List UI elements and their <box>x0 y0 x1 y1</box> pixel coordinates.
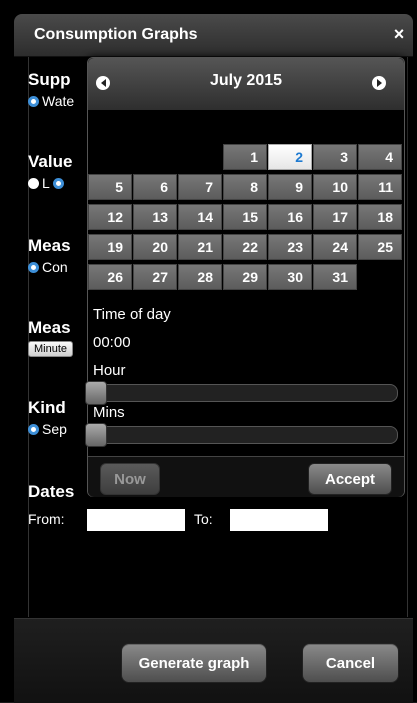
mins-slider[interactable] <box>85 423 398 447</box>
calendar-day[interactable]: 9 <box>268 174 312 200</box>
calendar-day[interactable]: 22 <box>223 234 267 260</box>
calendar-day[interactable]: 6 <box>133 174 177 200</box>
next-month-icon[interactable] <box>372 76 386 90</box>
calendar-day[interactable]: 12 <box>88 204 132 230</box>
now-button[interactable]: Now <box>100 463 160 495</box>
cancel-button[interactable]: Cancel <box>302 643 399 683</box>
water-radio-label: Wate <box>42 93 75 109</box>
measure-section: Meas Con <box>28 236 71 275</box>
calendar-day[interactable]: 1 <box>223 144 267 170</box>
measure-interval-title: Meas <box>28 318 71 337</box>
hour-slider[interactable] <box>85 381 398 405</box>
mins-label: Mins <box>93 404 125 421</box>
dialog-titlebar: Consumption Graphs × <box>14 14 413 57</box>
separate-radio[interactable] <box>28 423 39 435</box>
calendar-day[interactable]: 29 <box>223 264 267 290</box>
calendar-day[interactable]: 8 <box>223 174 267 200</box>
calendar-day[interactable]: 3 <box>313 144 357 170</box>
calendar-day[interactable]: 26 <box>88 264 132 290</box>
calendar-day[interactable]: 24 <box>313 234 357 260</box>
time-value: 00:00 <box>93 334 131 351</box>
calendar-day[interactable]: 28 <box>178 264 222 290</box>
datepicker-popup: July 2015 1 2 3 4 5 6 7 8 9 10 11 12 13 14 15 16 17 18 19 2… <box>85 57 405 497</box>
calendar-day[interactable]: 5 <box>88 174 132 200</box>
consumption-graphs-dialog: Consumption Graphs × Supp Wate Value L M… <box>0 0 417 703</box>
calendar-day[interactable]: 27 <box>133 264 177 290</box>
value-section: Value L <box>28 152 72 191</box>
calendar-day[interactable]: 31 <box>313 264 357 290</box>
calendar-day[interactable]: 11 <box>358 174 402 200</box>
measure-interval-section: Meas Minute <box>28 318 74 357</box>
from-label: From: <box>28 511 65 527</box>
month-label: July 2015 <box>209 72 283 89</box>
mins-slider-handle[interactable] <box>85 423 107 447</box>
consumption-radio[interactable] <box>28 261 39 273</box>
consumption-radio-label: Con <box>42 259 68 275</box>
dates-section: Dates <box>28 482 74 502</box>
calendar-day[interactable]: 19 <box>88 234 132 260</box>
calendar-day[interactable]: 13 <box>133 204 177 230</box>
hour-label: Hour <box>93 362 126 379</box>
calendar-day[interactable]: 25 <box>358 234 402 260</box>
kind-section: Kind Sep <box>28 398 67 437</box>
separate-radio-label: Sep <box>42 421 67 437</box>
generate-graph-button[interactable]: Generate graph <box>121 643 267 683</box>
calendar-day[interactable]: 17 <box>313 204 357 230</box>
calendar-day[interactable]: 21 <box>178 234 222 260</box>
time-of-day-label: Time of day <box>93 306 171 323</box>
calendar-day[interactable]: 30 <box>268 264 312 290</box>
calendar-day[interactable]: 15 <box>223 204 267 230</box>
calendar-day[interactable]: 20 <box>133 234 177 260</box>
kind-title: Kind <box>28 398 66 417</box>
calendar-day[interactable]: 10 <box>313 174 357 200</box>
accept-button[interactable]: Accept <box>308 463 392 495</box>
from-date-input[interactable] <box>87 509 185 531</box>
datepicker-footer: Now Accept <box>88 456 404 497</box>
calendar-day[interactable]: 14 <box>178 204 222 230</box>
calendar-day[interactable]: 16 <box>268 204 312 230</box>
minutes-select[interactable]: Minute <box>28 341 74 357</box>
calendar-day[interactable]: 18 <box>358 204 402 230</box>
calendar-day[interactable]: 7 <box>178 174 222 200</box>
l-radio-label: L <box>42 175 50 191</box>
hour-slider-handle[interactable] <box>85 381 107 405</box>
water-radio[interactable] <box>28 95 39 107</box>
calendar-day[interactable]: 23 <box>268 234 312 260</box>
other-unit-radio[interactable] <box>52 177 64 189</box>
supply-section: Supp Wate <box>28 70 74 109</box>
value-title: Value <box>28 152 73 171</box>
calendar-day[interactable]: 4 <box>358 144 402 170</box>
to-date-input[interactable] <box>230 509 328 531</box>
dialog-title: Consumption Graphs <box>34 26 198 43</box>
calendar-day[interactable]: 2 <box>268 144 312 170</box>
dates-title: Dates <box>28 482 75 501</box>
l-radio[interactable] <box>28 177 39 189</box>
close-icon[interactable]: × <box>389 24 409 45</box>
to-label: To: <box>194 511 213 527</box>
supply-title: Supp <box>28 70 71 89</box>
measure-title: Meas <box>28 236 71 255</box>
datepicker-header: July 2015 <box>88 58 404 110</box>
